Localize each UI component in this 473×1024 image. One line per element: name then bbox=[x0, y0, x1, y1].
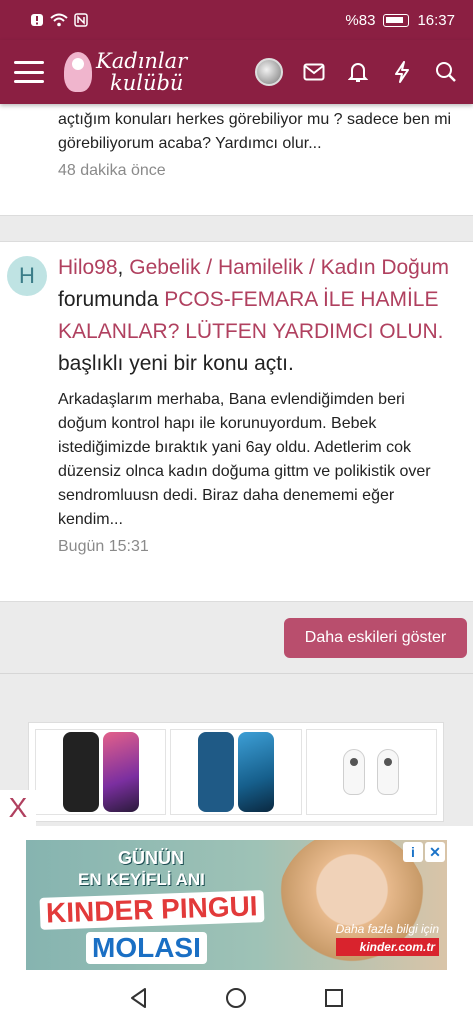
status-bar: %83 16:37 bbox=[0, 0, 473, 40]
product-card-phone-pink[interactable] bbox=[35, 729, 167, 815]
ad-banner[interactable]: X i ✕ GÜNÜN EN KEYİFLİ ANI KINDER PINGUI… bbox=[0, 790, 473, 972]
earbud-image bbox=[377, 749, 400, 795]
product-card-phone-blue[interactable] bbox=[170, 729, 302, 815]
ad-info-icon[interactable]: i bbox=[403, 842, 423, 862]
nfc-icon bbox=[74, 13, 88, 27]
site-logo[interactable]: Kadınlar kulübü bbox=[64, 44, 187, 100]
feed-item-snippet: Arkadaşlarım merhaba, Bana evlendiğimden… bbox=[58, 391, 431, 528]
ad-headline-2: EN KEYİFLİ ANI bbox=[78, 870, 205, 889]
ad-image[interactable]: i ✕ GÜNÜN EN KEYİFLİ ANI KINDER PINGUI M… bbox=[26, 840, 447, 970]
forum-suffix: forumunda bbox=[58, 288, 159, 311]
ad-domain[interactable]: kinder.com.tr bbox=[335, 938, 439, 956]
load-more-bar: Daha eskileri göster bbox=[0, 602, 473, 674]
menu-icon[interactable] bbox=[14, 61, 44, 83]
ad-headline-3: KINDER PINGUI bbox=[39, 890, 265, 930]
ad-choices: i ✕ bbox=[403, 842, 445, 862]
ad-close-button[interactable]: X bbox=[0, 790, 36, 826]
earbud-image bbox=[343, 749, 366, 795]
thread-suffix: başlıklı yeni bir konu açtı. bbox=[58, 352, 294, 375]
user-avatar-letter[interactable]: H bbox=[7, 256, 47, 296]
phone-front-image bbox=[102, 732, 139, 812]
search-icon[interactable] bbox=[433, 59, 459, 85]
logo-line2: kulübü bbox=[110, 71, 184, 95]
lightning-icon[interactable] bbox=[389, 59, 415, 85]
product-list bbox=[28, 722, 444, 822]
feed-item[interactable]: açtığım konuları herkes görebiliyor mu ?… bbox=[0, 104, 473, 216]
header-actions bbox=[255, 58, 459, 86]
show-older-button[interactable]: Daha eskileri göster bbox=[284, 618, 467, 658]
user-link[interactable]: Hilo98 bbox=[58, 256, 118, 279]
phone-back-image bbox=[197, 732, 234, 812]
activity-feed: açtığım konuları herkes görebiliyor mu ?… bbox=[0, 104, 473, 822]
logo-mark-icon bbox=[64, 52, 92, 92]
ad-headline-4: MOLASI bbox=[86, 932, 207, 964]
ad-headline-1: GÜNÜN bbox=[118, 848, 184, 868]
user-avatar[interactable] bbox=[255, 58, 283, 86]
system-nav-bar bbox=[0, 972, 473, 1024]
feed-item-headline: Hilo98, Gebelik / Hamilelik / Kadın Doğu… bbox=[58, 252, 455, 380]
forum-link[interactable]: Gebelik / Hamilelik / Kadın Doğum bbox=[129, 256, 449, 279]
ad-info-text: Daha fazla bilgi için kinder.com.tr bbox=[335, 920, 439, 956]
battery-icon bbox=[383, 13, 410, 27]
home-icon[interactable] bbox=[222, 984, 250, 1012]
logo-line1: Kadınlar bbox=[96, 49, 188, 73]
product-carousel bbox=[0, 674, 473, 822]
ad-info-line: Daha fazla bilgi için bbox=[335, 922, 439, 936]
status-icons-left bbox=[30, 13, 88, 27]
battery-percent: %83 bbox=[345, 11, 376, 29]
feed-item-time: 48 dakika önce bbox=[58, 162, 166, 179]
bell-icon[interactable] bbox=[345, 59, 371, 85]
feed-item-time: Bugün 15:31 bbox=[58, 538, 149, 555]
phone-front-image bbox=[237, 732, 274, 812]
alert-icon bbox=[31, 14, 43, 26]
recents-icon[interactable] bbox=[320, 984, 348, 1012]
back-icon[interactable] bbox=[125, 984, 153, 1012]
feed-separator bbox=[0, 216, 473, 241]
comma: , bbox=[117, 256, 124, 279]
wifi-icon bbox=[50, 13, 68, 27]
feed-item[interactable]: H Hilo98, Gebelik / Hamilelik / Kadın Do… bbox=[0, 241, 473, 602]
logo-text: Kadınlar kulübü bbox=[96, 50, 187, 94]
product-card-earbuds[interactable] bbox=[305, 729, 437, 815]
feed-item-snippet: açtığım konuları herkes görebiliyor mu ?… bbox=[58, 111, 452, 152]
ad-close-icon[interactable]: ✕ bbox=[425, 842, 445, 862]
app-header: Kadınlar kulübü bbox=[0, 40, 473, 104]
phone-back-image bbox=[62, 732, 99, 812]
mail-icon[interactable] bbox=[301, 59, 327, 85]
status-icons-right: %83 16:37 bbox=[345, 12, 455, 29]
clock: 16:37 bbox=[417, 11, 455, 29]
